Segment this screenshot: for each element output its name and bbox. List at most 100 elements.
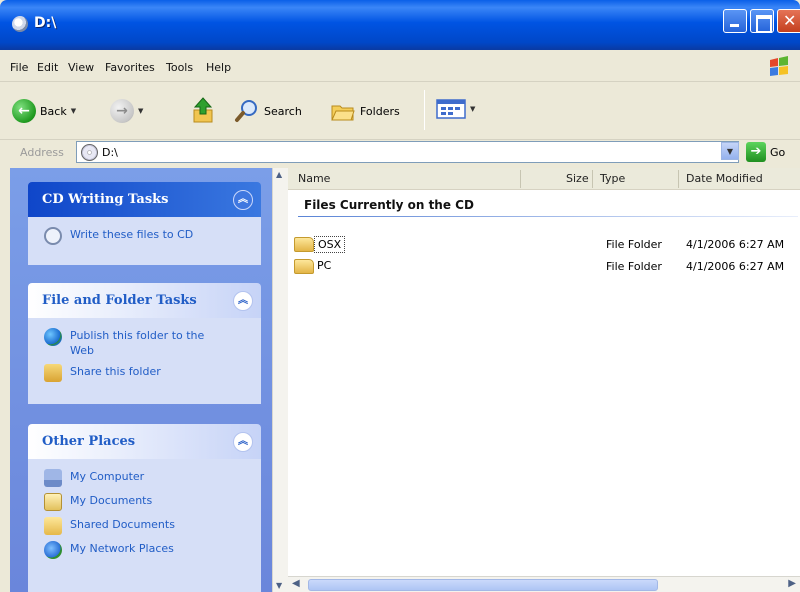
file-list: Name Size Type Date Modified Files Curre… <box>288 168 800 576</box>
file-name[interactable]: OSX <box>314 236 346 253</box>
go-button[interactable]: ➔ Go <box>746 142 785 162</box>
column-header: Name Size Type Date Modified <box>288 168 800 190</box>
place-label: My Network Places <box>70 542 174 555</box>
up-folder-button[interactable] <box>190 96 216 124</box>
task-publish-folder[interactable]: Publish this folder to the Web <box>44 328 251 358</box>
panel-body: My Computer My Documents Shared Document… <box>28 459 261 592</box>
go-label: Go <box>770 145 786 159</box>
column-date-modified[interactable]: Date Modified <box>686 172 763 185</box>
collapse-chevron-icon[interactable]: ︽ <box>233 291 253 311</box>
views-dropdown-icon[interactable]: ▼ <box>470 105 475 113</box>
address-dropdown-button[interactable]: ▼ <box>721 142 739 160</box>
address-bar: Address D:\ ▼ ➔ Go <box>0 140 800 166</box>
windows-logo-icon <box>770 56 788 76</box>
folder-icon <box>294 237 314 252</box>
place-my-network-places[interactable]: My Network Places <box>44 541 251 559</box>
column-divider[interactable] <box>678 170 679 188</box>
documents-icon <box>44 493 62 511</box>
menu-edit[interactable]: Edit <box>37 61 58 74</box>
folder-icon <box>294 259 314 274</box>
folders-button[interactable]: Folders <box>330 98 400 124</box>
file-type: File Folder <box>606 238 662 251</box>
search-label: Search <box>264 104 302 118</box>
menu-bar: File Edit View Favorites Tools Help <box>0 50 800 82</box>
horizontal-scrollbar[interactable]: ◀ ▶ <box>288 576 800 592</box>
place-label: My Documents <box>70 494 153 507</box>
column-divider[interactable] <box>520 170 521 188</box>
address-field[interactable]: D:\ <box>76 141 739 163</box>
folder-icon <box>44 517 62 535</box>
group-heading: Files Currently on the CD <box>304 198 474 212</box>
panel-title: File and Folder Tasks <box>42 293 197 308</box>
task-pane: CD Writing Tasks ︽ Write these files to … <box>10 168 272 592</box>
file-date: 4/1/2006 6:27 AM <box>686 260 785 273</box>
column-divider[interactable] <box>592 170 593 188</box>
network-icon <box>44 541 62 559</box>
menu-favorites[interactable]: Favorites <box>105 61 155 74</box>
folders-label: Folders <box>360 104 400 118</box>
toolbar: ← Back ▼ → ▼ Search Folders ▼ <box>0 82 800 140</box>
group-divider <box>298 216 798 217</box>
menu-view[interactable]: View <box>68 61 94 74</box>
search-button[interactable]: Search <box>234 98 302 124</box>
search-icon <box>235 100 257 122</box>
file-type: File Folder <box>606 260 662 273</box>
views-button[interactable]: ▼ <box>436 98 475 120</box>
menu-tools[interactable]: Tools <box>166 61 193 74</box>
file-row[interactable]: OSX File Folder 4/1/2006 6:27 AM <box>288 236 800 254</box>
back-button[interactable]: ← Back ▼ <box>12 99 76 123</box>
scroll-left-icon[interactable]: ◀ <box>292 578 300 589</box>
task-share-folder[interactable]: Share this folder <box>44 364 251 382</box>
task-pane-scrollbar[interactable]: ▲ ▼ <box>272 168 288 592</box>
write-cd-icon <box>44 227 62 245</box>
cd-writing-tasks-header[interactable]: CD Writing Tasks ︽ <box>28 182 261 217</box>
scroll-right-icon[interactable]: ▶ <box>788 578 796 589</box>
title-bar: D:\ <box>0 0 800 50</box>
file-row[interactable]: PC File Folder 4/1/2006 6:27 AM <box>288 258 800 276</box>
computer-icon <box>44 469 62 487</box>
cd-drive-icon <box>12 16 28 32</box>
scroll-thumb[interactable] <box>308 579 658 591</box>
place-my-documents[interactable]: My Documents <box>44 493 251 511</box>
window-title: D:\ <box>34 15 57 31</box>
place-my-computer[interactable]: My Computer <box>44 469 251 487</box>
file-folder-tasks-header[interactable]: File and Folder Tasks ︽ <box>28 283 261 318</box>
toolbar-separator <box>424 90 425 130</box>
close-button[interactable] <box>777 9 800 33</box>
minimize-button[interactable] <box>723 9 747 33</box>
address-value: D:\ <box>102 145 118 159</box>
task-label: Share this folder <box>70 365 161 378</box>
file-name[interactable]: PC <box>314 258 334 273</box>
panel-body: Publish this folder to the Web Share thi… <box>28 318 261 404</box>
scroll-down-icon[interactable]: ▼ <box>276 581 282 590</box>
menu-help[interactable]: Help <box>206 61 231 74</box>
other-places-header[interactable]: Other Places ︽ <box>28 424 261 459</box>
panel-title: Other Places <box>42 434 136 449</box>
task-label: Write these files to CD <box>70 228 194 241</box>
file-date: 4/1/2006 6:27 AM <box>686 238 785 251</box>
up-folder-icon <box>193 97 213 123</box>
back-dropdown-icon[interactable]: ▼ <box>71 107 76 115</box>
cd-drive-icon <box>81 143 98 161</box>
share-folder-icon <box>44 364 62 382</box>
address-label: Address <box>20 146 64 159</box>
cd-writing-tasks-panel: CD Writing Tasks ︽ Write these files to … <box>28 182 261 265</box>
column-name[interactable]: Name <box>298 172 330 185</box>
folders-icon <box>331 105 355 121</box>
forward-dropdown-icon[interactable]: ▼ <box>138 107 143 115</box>
forward-button[interactable]: → ▼ <box>110 99 143 123</box>
place-shared-documents[interactable]: Shared Documents <box>44 517 251 535</box>
collapse-chevron-icon[interactable]: ︽ <box>233 190 253 210</box>
task-label: Publish this folder to the Web <box>70 329 205 357</box>
column-size[interactable]: Size <box>566 172 589 185</box>
menu-file[interactable]: File <box>10 61 28 74</box>
column-type[interactable]: Type <box>600 172 625 185</box>
globe-icon <box>44 328 62 346</box>
maximize-button[interactable] <box>750 9 774 33</box>
task-write-files-to-cd[interactable]: Write these files to CD <box>44 227 251 245</box>
back-label: Back <box>40 104 67 118</box>
other-places-panel: Other Places ︽ My Computer My Documents … <box>28 424 261 592</box>
panel-title: CD Writing Tasks <box>42 192 169 207</box>
scroll-up-icon[interactable]: ▲ <box>276 170 282 179</box>
collapse-chevron-icon[interactable]: ︽ <box>233 432 253 452</box>
